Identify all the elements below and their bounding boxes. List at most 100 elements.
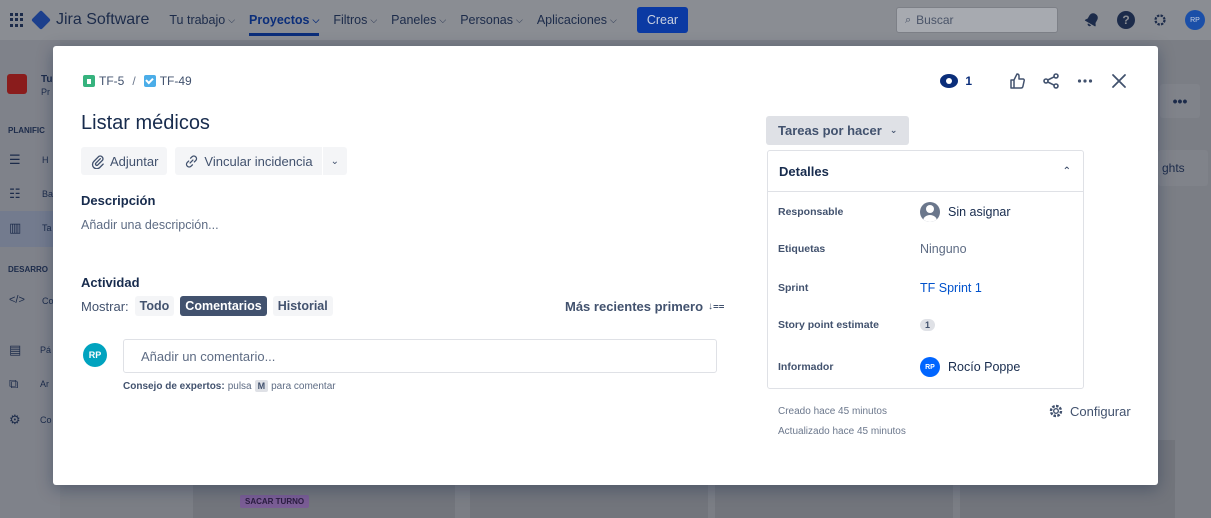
field-label: Sprint (778, 282, 809, 294)
assignee-value[interactable]: Sin asignar (920, 202, 1011, 222)
code-icon[interactable]: </> (9, 294, 25, 310)
issue-header-actions: 1 (940, 70, 1130, 92)
issue-title[interactable]: Listar médicos (81, 112, 210, 135)
chevron-down-icon: ⌄ (889, 125, 898, 135)
brand-name: Jira Software (56, 11, 150, 28)
breadcrumb-issue-link[interactable]: TF-49 (160, 74, 192, 88)
sidebar-item-label: Ar (40, 379, 49, 389)
sort-button[interactable]: Más recientes primero ↓⩵ (565, 299, 725, 314)
link-issue-group: Vincular incidencia ⌄ (175, 147, 347, 175)
reporter-value[interactable]: RP Rocío Poppe (920, 357, 1020, 377)
description-field[interactable]: Añadir una descripción... (81, 218, 219, 232)
nav-dashboards[interactable]: Paneles ⌵ (391, 0, 446, 40)
field-sprint: Sprint TF Sprint 1 (778, 281, 982, 295)
user-avatar[interactable]: RP (1185, 10, 1205, 30)
comment-placeholder: Añadir un comentario... (141, 348, 276, 364)
more-actions-dropdown[interactable]: ⌄ (322, 147, 347, 175)
share-button[interactable] (1040, 70, 1062, 92)
status-dropdown[interactable]: Tareas por hacer ⌄ (766, 116, 910, 145)
project-avatar[interactable] (7, 74, 27, 94)
pages-icon[interactable]: ▤ (9, 342, 25, 358)
project-sidebar: Tu Pr PLANIFIC ☰ H ☷ Ba ▥ Ta DESARRO </>… (0, 40, 60, 518)
field-assignee: Responsable Sin asignar (778, 202, 1011, 222)
project-type: Pr (41, 87, 50, 97)
details-header[interactable]: Detalles ⌃ (768, 151, 1083, 192)
eye-icon (940, 74, 959, 88)
chevron-down-icon: ⌵ (228, 14, 236, 25)
nav-people[interactable]: Personas ⌵ (460, 0, 523, 40)
top-navigation: Jira Software Tu trabajo ⌵ Proyectos ⌵ Fil… (0, 0, 1211, 40)
create-button[interactable]: Crear (636, 7, 689, 33)
roadmap-icon[interactable]: ☰ (9, 152, 25, 168)
task-icon (143, 75, 156, 87)
insights-button[interactable]: ghts (1158, 150, 1208, 186)
notifications-icon[interactable] (1083, 11, 1101, 29)
story-points-badge: 1 (920, 319, 936, 331)
chevron-down-icon: ⌵ (312, 14, 320, 25)
watch-count: 1 (965, 74, 972, 88)
updated-timestamp: Actualizado hace 45 minutos (778, 426, 906, 437)
main-nav: Tu trabajo ⌵ Proyectos ⌵ Filtros ⌵ Paneles ⌵… (169, 0, 689, 40)
app-switcher-icon[interactable] (10, 13, 24, 27)
close-icon (1112, 74, 1126, 88)
nav-filters[interactable]: Filtros ⌵ (333, 0, 377, 40)
field-label: Etiquetas (778, 243, 826, 255)
filter-comments[interactable]: Comentarios (180, 296, 267, 316)
field-label: Informador (778, 361, 834, 373)
labels-value[interactable]: Ninguno (920, 242, 967, 256)
sidebar-item-label: H (42, 155, 49, 165)
attach-button[interactable]: Adjuntar (81, 147, 168, 175)
attach-label: Adjuntar (110, 153, 159, 169)
sidebar-item-label: Ta (42, 223, 52, 233)
sort-icon: ↓⩵ (708, 301, 725, 312)
configure-button[interactable]: Configurar (1048, 403, 1131, 419)
project-settings-icon[interactable]: ⚙ (9, 412, 25, 428)
jira-logo[interactable]: Jira Software (31, 10, 150, 30)
details-panel: Detalles ⌃ (767, 150, 1084, 389)
chevron-down-icon: ⌵ (610, 14, 617, 25)
nav-projects[interactable]: Proyectos ⌵ (249, 0, 320, 40)
chevron-down-icon: ⌄ (330, 155, 339, 167)
thumbs-up-icon (1010, 73, 1025, 89)
close-button[interactable] (1108, 70, 1130, 92)
comment-input[interactable]: Añadir un comentario... (123, 339, 717, 373)
link-issue-button[interactable]: Vincular incidencia (175, 147, 322, 175)
section-development: DESARRO (8, 265, 49, 274)
nav-your-work[interactable]: Tu trabajo ⌵ (169, 0, 235, 40)
tip-pre: pulsa (227, 380, 252, 392)
share-icon (1043, 73, 1059, 89)
jira-logo-icon (31, 10, 51, 30)
tip-bold: Consejo de expertos: (123, 380, 225, 392)
help-icon[interactable]: ? (1117, 11, 1135, 29)
sort-label: Más recientes primero (565, 299, 704, 314)
paperclip-icon (91, 154, 104, 169)
watch-button[interactable]: 1 (940, 74, 972, 88)
nav-label: Filtros (333, 13, 368, 27)
filter-all[interactable]: Todo (134, 296, 175, 316)
like-button[interactable] (1006, 70, 1028, 92)
section-planning: PLANIFIC (8, 126, 45, 135)
breadcrumb-parent-link[interactable]: TF-5 (99, 74, 124, 88)
nav-apps[interactable]: Aplicaciones ⌵ (537, 0, 617, 40)
keyboard-shortcut: M (254, 380, 269, 392)
filter-history[interactable]: Historial (272, 296, 333, 316)
story-points-value[interactable]: 1 (920, 319, 936, 331)
search-input[interactable]: ⌕ Buscar (896, 7, 1058, 33)
chevron-up-icon: ⌃ (1062, 165, 1071, 177)
more-options-button[interactable] (1074, 70, 1096, 92)
backlog-icon[interactable]: ☷ (9, 186, 25, 202)
field-label: Story point estimate (778, 319, 879, 331)
settings-icon[interactable] (1151, 11, 1169, 29)
configure-label: Configurar (1070, 403, 1131, 419)
nav-label: Proyectos (249, 13, 310, 27)
sprint-link[interactable]: TF Sprint 1 (920, 281, 982, 295)
add-shortcut-icon[interactable]: ⧉ (9, 376, 25, 392)
unassigned-user-icon (920, 202, 940, 222)
more-actions-button[interactable]: ••• (1160, 84, 1200, 118)
sidebar-item-label: Co (42, 296, 54, 306)
comment-user-avatar: RP (83, 343, 107, 367)
created-timestamp: Creado hace 45 minutos (778, 406, 887, 417)
activity-label: Actividad (81, 275, 140, 290)
epic-tag[interactable]: SACAR TURNO (240, 495, 310, 508)
ellipsis-icon (1077, 79, 1093, 83)
